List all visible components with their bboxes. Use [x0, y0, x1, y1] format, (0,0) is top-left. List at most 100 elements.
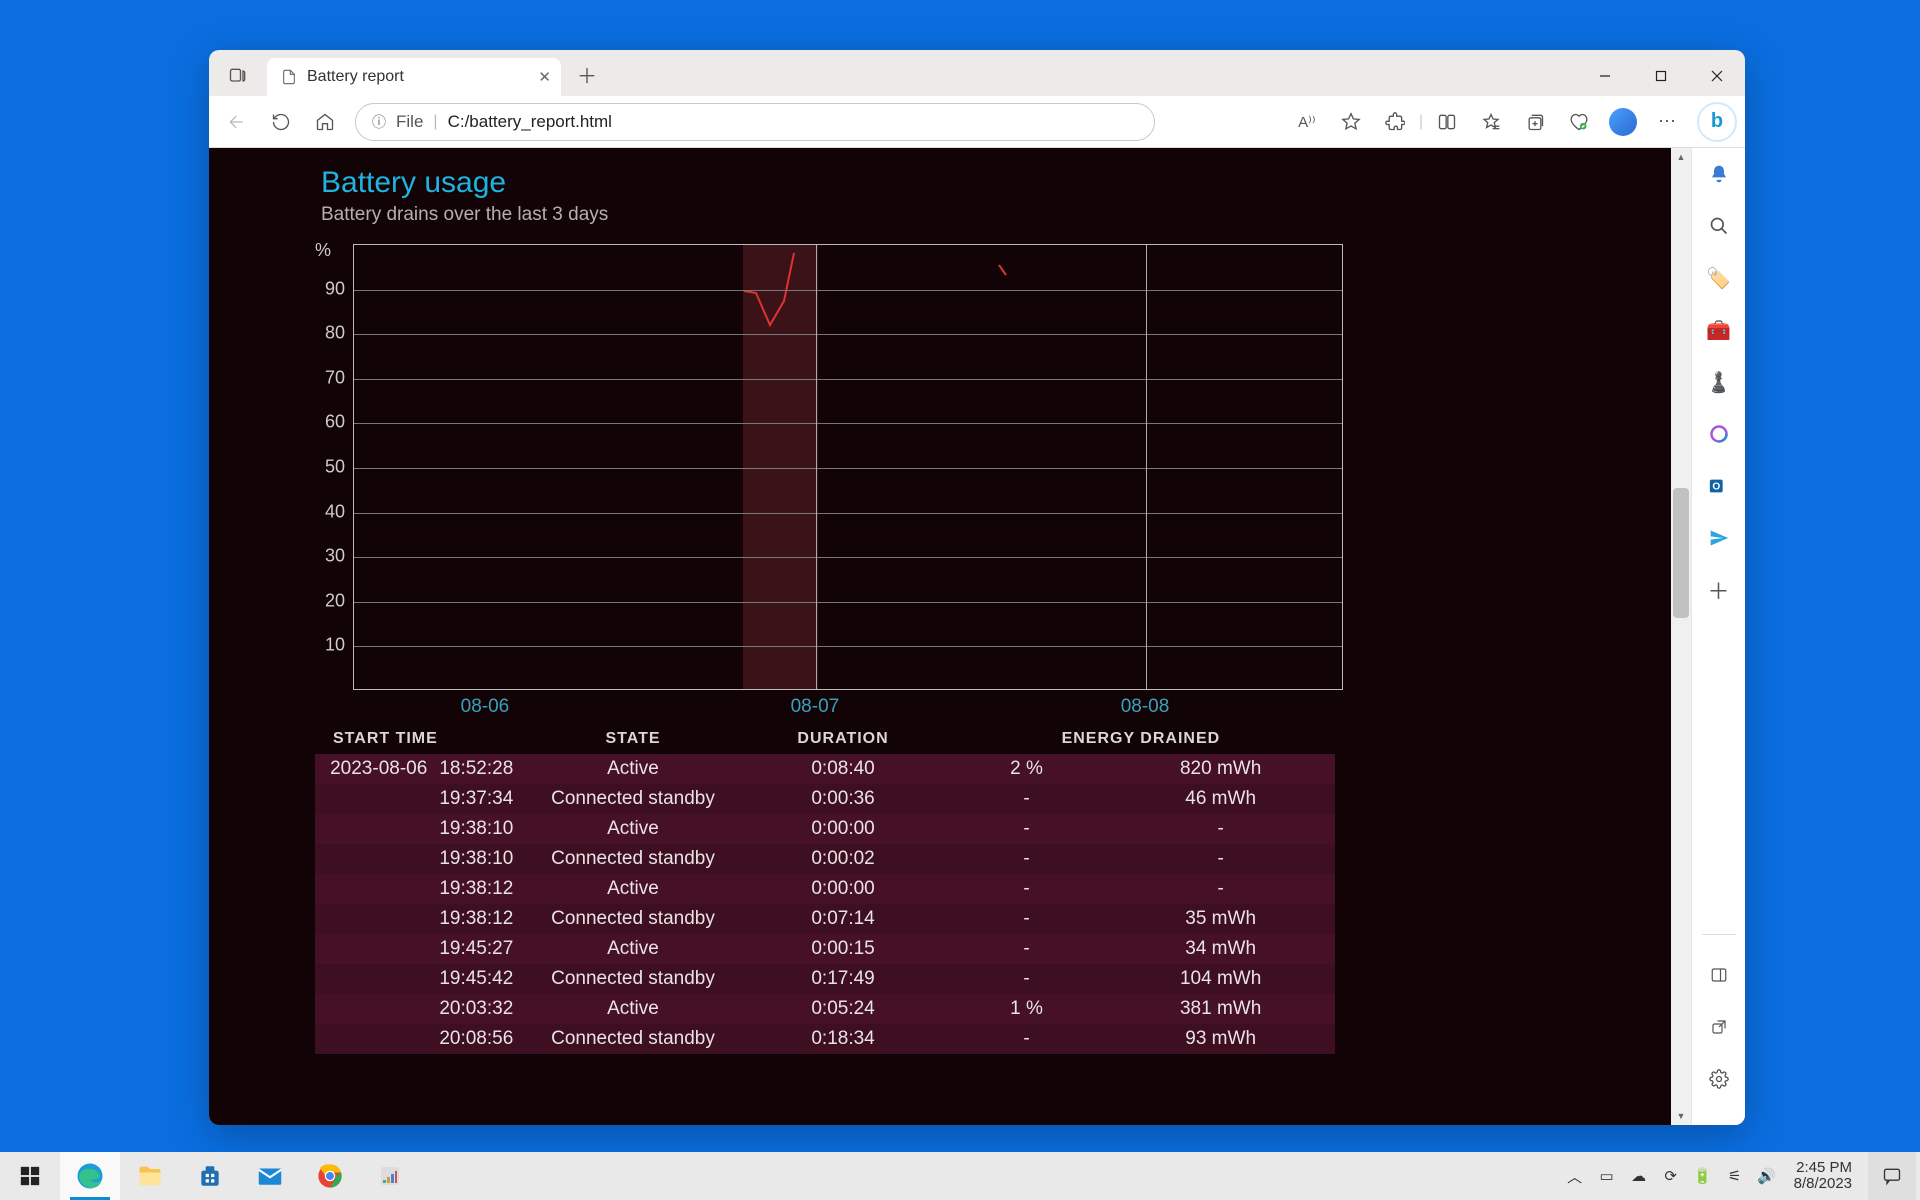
y-tick: 80: [315, 323, 345, 344]
x-tick: 08-07: [791, 696, 840, 718]
tray-chevron[interactable]: ︿: [1564, 1166, 1586, 1187]
sidebar-settings[interactable]: [1703, 1063, 1735, 1095]
sidebar-hide[interactable]: [1703, 959, 1735, 991]
y-tick: 10: [315, 635, 345, 656]
back-button[interactable]: [217, 102, 257, 142]
y-tick: 90: [315, 278, 345, 299]
table-row: 19:38:10Connected standby0:00:02--: [315, 844, 1335, 874]
tab-close-button[interactable]: ✕: [538, 68, 551, 86]
sidebar-send[interactable]: [1703, 522, 1735, 554]
action-center-button[interactable]: [1868, 1152, 1916, 1200]
y-tick: 60: [315, 412, 345, 433]
taskbar-mail[interactable]: [240, 1152, 300, 1200]
window-controls: [1577, 56, 1745, 96]
split-screen-button[interactable]: [1427, 102, 1467, 142]
taskbar-chrome[interactable]: [300, 1152, 360, 1200]
table-row: 20:08:56Connected standby0:18:34-93 mWh: [315, 1024, 1335, 1054]
favorites-list-button[interactable]: [1471, 102, 1511, 142]
table-row: 19:45:27Active0:00:15-34 mWh: [315, 934, 1335, 964]
tray-wifi-icon[interactable]: ⚟: [1724, 1167, 1746, 1185]
sidebar-games[interactable]: ♟️: [1703, 366, 1735, 398]
addr-scheme: File: [396, 112, 423, 132]
scroll-up[interactable]: ▲: [1671, 148, 1691, 166]
table-row: 19:37:34Connected standby0:00:36-46 mWh: [315, 784, 1335, 814]
window-minimize[interactable]: [1577, 56, 1633, 96]
col-header: ENERGY DRAINED: [947, 724, 1335, 754]
table-row: 2023-08-0618:52:28Active0:08:402 %820 mW…: [315, 754, 1335, 784]
usage-table: START TIMESTATEDURATIONENERGY DRAINED 20…: [315, 724, 1335, 1054]
site-info-icon[interactable]: ⓘ: [372, 112, 386, 132]
refresh-button[interactable]: [261, 102, 301, 142]
x-tick: 08-06: [461, 696, 510, 718]
system-tray: ︿ ▭ ☁ ⟳ 🔋 ⚟ 🔊 2:45 PM 8/8/2023: [1564, 1152, 1920, 1200]
tray-meet-icon[interactable]: ▭: [1596, 1167, 1618, 1185]
sidebar-search[interactable]: [1703, 210, 1735, 242]
toolbar: ⓘ File | C:/battery_report.html A⁾⁾ | ⋯ …: [209, 96, 1745, 148]
table-row: 20:03:32Active0:05:241 %381 mWh: [315, 994, 1335, 1024]
y-tick: 50: [315, 457, 345, 478]
y-tick: 20: [315, 590, 345, 611]
sidebar-popout[interactable]: [1703, 1011, 1735, 1043]
tab-active[interactable]: Battery report ✕: [267, 58, 561, 96]
col-header: STATE: [527, 724, 740, 754]
tray-clock[interactable]: 2:45 PM 8/8/2023: [1788, 1160, 1858, 1193]
taskbar: ︿ ▭ ☁ ⟳ 🔋 ⚟ 🔊 2:45 PM 8/8/2023: [0, 1152, 1920, 1200]
sidebar-notifications[interactable]: [1703, 158, 1735, 190]
read-aloud-button[interactable]: A⁾⁾: [1287, 102, 1327, 142]
sidebar-outlook[interactable]: O: [1703, 470, 1735, 502]
tab-strip: Battery report ✕ ＋: [209, 50, 1745, 96]
sidebar-m365[interactable]: [1703, 418, 1735, 450]
x-tick: 08-08: [1121, 696, 1170, 718]
window-maximize[interactable]: [1633, 56, 1689, 96]
browser-window: Battery report ✕ ＋ ⓘ File | C:/battery_r…: [209, 50, 1745, 1125]
svg-text:O: O: [1712, 482, 1720, 493]
page-content: Battery usage Battery drains over the la…: [209, 148, 1671, 1125]
table-row: 19:38:10Active0:00:00--: [315, 814, 1335, 844]
y-tick: 40: [315, 501, 345, 522]
section-title: Battery usage: [321, 166, 1671, 200]
tray-onedrive-icon[interactable]: ☁: [1628, 1167, 1650, 1185]
tray-battery-icon[interactable]: 🔋: [1692, 1167, 1714, 1185]
taskbar-app[interactable]: [360, 1152, 420, 1200]
extensions-button[interactable]: [1375, 102, 1415, 142]
page-icon: [281, 69, 297, 85]
tray-update-icon[interactable]: ⟳: [1660, 1167, 1682, 1185]
col-header: START TIME: [315, 724, 527, 754]
workspaces-button[interactable]: [219, 60, 257, 92]
home-button[interactable]: [305, 102, 345, 142]
y-tick: 30: [315, 546, 345, 567]
sidebar-shopping[interactable]: 🏷️: [1703, 262, 1735, 294]
page-scrollbar[interactable]: ▲ ▼: [1671, 148, 1691, 1125]
bing-icon: b: [1711, 110, 1723, 133]
browser-essentials-button[interactable]: [1559, 102, 1599, 142]
edge-sidebar: 🏷️ 🧰 ♟️ O ＋: [1691, 148, 1745, 1125]
favorite-button[interactable]: [1331, 102, 1371, 142]
address-bar[interactable]: ⓘ File | C:/battery_report.html: [355, 103, 1155, 141]
profile-button[interactable]: [1603, 102, 1643, 142]
new-tab-button[interactable]: ＋: [569, 56, 605, 92]
battery-chart: 102030405060708090 % 08-0608-0708-08: [311, 236, 1341, 706]
tray-volume-icon[interactable]: 🔊: [1756, 1167, 1778, 1185]
table-row: 19:45:42Connected standby0:17:49-104 mWh: [315, 964, 1335, 994]
discover-button[interactable]: b: [1697, 102, 1737, 142]
tab-title: Battery report: [307, 68, 404, 86]
start-button[interactable]: [0, 1152, 60, 1200]
section-subtitle: Battery drains over the last 3 days: [321, 204, 1671, 226]
scroll-thumb[interactable]: [1673, 488, 1689, 618]
more-button[interactable]: ⋯: [1647, 102, 1687, 142]
col-header: DURATION: [739, 724, 946, 754]
sidebar-add[interactable]: ＋: [1703, 574, 1735, 606]
table-row: 19:38:12Active0:00:00--: [315, 874, 1335, 904]
scroll-down[interactable]: ▼: [1671, 1107, 1691, 1125]
table-row: 19:38:12Connected standby0:07:14-35 mWh: [315, 904, 1335, 934]
line-seg-2: [999, 265, 1006, 275]
collections-button[interactable]: [1515, 102, 1555, 142]
sidebar-tools[interactable]: 🧰: [1703, 314, 1735, 346]
taskbar-store[interactable]: [180, 1152, 240, 1200]
window-close[interactable]: [1689, 56, 1745, 96]
addr-path: C:/battery_report.html: [448, 112, 612, 132]
y-axis-label: %: [315, 240, 331, 261]
y-tick: 70: [315, 367, 345, 388]
taskbar-edge[interactable]: [60, 1152, 120, 1200]
taskbar-explorer[interactable]: [120, 1152, 180, 1200]
